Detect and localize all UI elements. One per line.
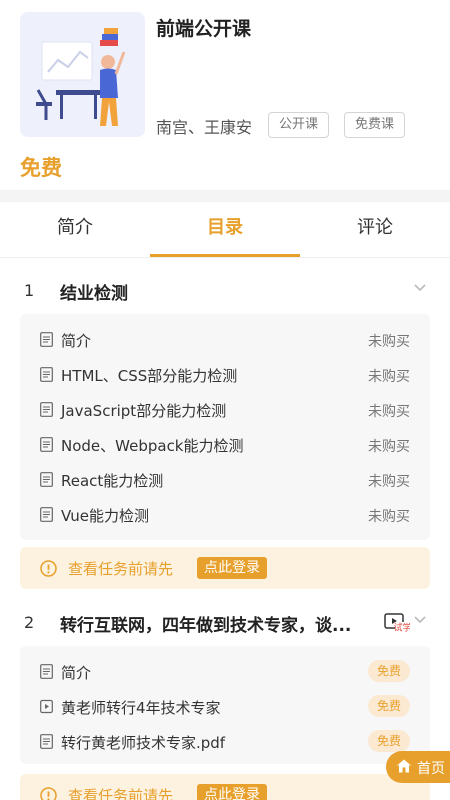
course-teachers: 南宫、王康安: [156, 118, 253, 137]
tag-open-course: 公开课: [268, 112, 330, 138]
login-prompt: 查看任务前请先 点此登录: [20, 774, 430, 800]
chapter-number: 2: [24, 613, 35, 632]
lesson-status: 未购买: [368, 404, 410, 420]
lesson-title: 简介: [61, 332, 92, 350]
tab-comments[interactable]: 评论: [300, 202, 450, 257]
lesson-title: React能力检测: [61, 472, 164, 490]
lesson-title: JavaScript部分能力检测: [61, 402, 227, 420]
free-badge: 免费: [367, 730, 410, 752]
lesson-list: 简介 未购买 HTML、CSS部分能力检测 未购买 JavaScript部分能力…: [20, 314, 430, 540]
home-label: 首页: [417, 761, 445, 777]
lesson-item[interactable]: 转行黄老师技术专家.pdf 免费: [20, 724, 430, 759]
warning-icon: [40, 787, 57, 800]
lesson-title: Vue能力检测: [61, 507, 149, 525]
document-icon: [40, 437, 53, 452]
course-cover-image: [20, 12, 145, 137]
lesson-title: Node、Webpack能力检测: [61, 437, 244, 455]
lesson-list: 简介 免费 黄老师转行4年技术专家 免费 转行黄老师技术专家.pdf 免费: [20, 646, 430, 764]
lesson-item[interactable]: Node、Webpack能力检测 未购买: [20, 427, 430, 462]
lesson-title: 简介: [61, 664, 92, 682]
chapter-title: 结业检测: [60, 284, 128, 304]
login-prompt-text: 查看任务前请先: [68, 560, 174, 578]
login-button[interactable]: 点此登录: [197, 784, 267, 800]
lesson-status: 未购买: [368, 509, 410, 525]
free-badge: 免费: [367, 660, 410, 682]
document-icon: [40, 664, 53, 679]
course-tabs: 简介 目录 评论: [0, 202, 450, 258]
chapter-title: 转行互联网，四年做到技术专家，谈...: [60, 616, 352, 636]
lesson-title: 黄老师转行4年技术专家: [61, 699, 221, 717]
chevron-down-icon[interactable]: [412, 611, 428, 627]
document-icon: [40, 367, 53, 382]
home-float-button[interactable]: 首页: [386, 751, 450, 783]
login-prompt-text: 查看任务前请先: [68, 787, 174, 800]
home-icon: [397, 759, 411, 773]
warning-icon: [40, 560, 57, 577]
course-price: 免费: [20, 156, 62, 180]
lesson-status: 未购买: [368, 439, 410, 455]
chapter-number: 1: [24, 281, 35, 300]
lesson-status: 未购买: [368, 334, 410, 350]
tag-free-course: 免费课: [344, 112, 406, 138]
video-icon: [40, 699, 53, 714]
lesson-item[interactable]: JavaScript部分能力检测 未购买: [20, 392, 430, 427]
lesson-item[interactable]: React能力检测 未购买: [20, 462, 430, 497]
lesson-item[interactable]: 黄老师转行4年技术专家 免费: [20, 689, 430, 724]
login-prompt: 查看任务前请先 点此登录: [20, 547, 430, 589]
lesson-status: 未购买: [368, 369, 410, 385]
lesson-status: 未购买: [368, 474, 410, 490]
free-badge: 免费: [367, 695, 410, 717]
document-icon: [40, 332, 53, 347]
chapter-header[interactable]: 2 转行互联网，四年做到技术专家，谈... 试学: [0, 603, 450, 643]
lesson-item[interactable]: Vue能力检测 未购买: [20, 497, 430, 532]
section-divider: [0, 190, 450, 202]
login-button[interactable]: 点此登录: [197, 557, 267, 579]
document-icon: [40, 402, 53, 417]
lesson-item[interactable]: 简介 未购买: [20, 322, 430, 357]
tab-catalog[interactable]: 目录: [150, 202, 300, 257]
lesson-item[interactable]: 简介 免费: [20, 654, 430, 689]
trial-badge-icon: 试学: [384, 611, 412, 634]
course-title: 前端公开课: [156, 18, 252, 40]
svg-text:试学: 试学: [393, 622, 410, 634]
tab-intro[interactable]: 简介: [0, 202, 150, 257]
chapter-header[interactable]: 1 结业检测: [0, 271, 450, 311]
document-icon: [40, 472, 53, 487]
course-header: 前端公开课 南宫、王康安 公开课 免费课 免费: [0, 0, 450, 195]
chevron-down-icon[interactable]: [412, 279, 428, 295]
document-icon: [40, 507, 53, 522]
document-icon: [40, 734, 53, 749]
lesson-title: HTML、CSS部分能力检测: [61, 367, 238, 385]
lesson-item[interactable]: HTML、CSS部分能力检测 未购买: [20, 357, 430, 392]
lesson-title: 转行黄老师技术专家.pdf: [61, 734, 226, 752]
